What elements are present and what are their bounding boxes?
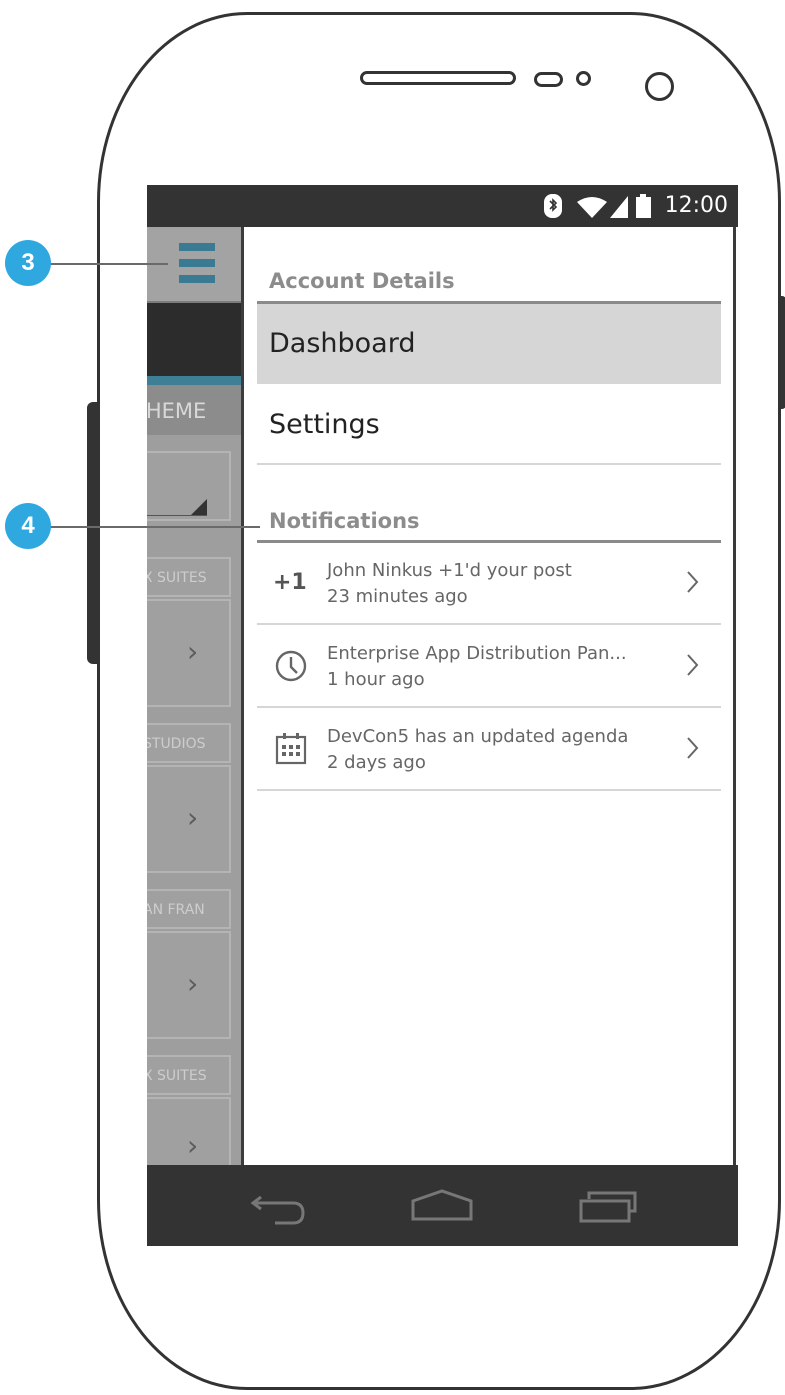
chevron-right-icon — [687, 571, 699, 593]
underlying-header — [147, 303, 241, 376]
notification-title: DevCon5 has an updated agenda — [327, 726, 629, 747]
chevron-right-icon — [687, 654, 699, 676]
status-time: 12:00 — [664, 193, 728, 218]
status-bar: 12:00 — [147, 185, 738, 227]
notification-item[interactable]: DevCon5 has an updated agenda 2 days ago — [257, 709, 721, 791]
signal-icon — [610, 196, 628, 218]
underlying-card-label: X SUITES — [147, 557, 231, 597]
chevron-right-icon: › — [187, 801, 199, 834]
status-icons — [544, 194, 651, 218]
chevron-right-icon: › — [187, 635, 199, 668]
underlying-card: › — [147, 931, 231, 1039]
menu-button[interactable] — [147, 227, 241, 303]
calendar-icon — [275, 733, 307, 765]
home-icon[interactable] — [409, 1183, 475, 1229]
menu-item-settings[interactable]: Settings — [257, 385, 721, 465]
notification-title: Enterprise App Distribution Pan... — [327, 643, 627, 664]
sensor-dot — [576, 71, 591, 86]
chevron-right-icon: › — [187, 1129, 199, 1162]
underlying-content: THEME X SUITES › STUDIOS › AN FRAN › X S… — [147, 227, 244, 1165]
earpiece-speaker — [360, 71, 516, 85]
chevron-right-icon — [687, 737, 699, 759]
callout-badge: 4 — [5, 503, 51, 549]
notification-item[interactable]: Enterprise App Distribution Pan... 1 hou… — [257, 626, 721, 708]
volume-button — [87, 402, 97, 664]
chevron-right-icon: › — [187, 967, 199, 1000]
underlying-card: › — [147, 765, 231, 873]
account-details-header: Account Details — [269, 269, 455, 293]
system-nav-bar — [147, 1165, 738, 1246]
notification-time: 23 minutes ago — [327, 586, 468, 607]
notification-item[interactable]: +1 John Ninkus +1'd your post 23 minutes… — [257, 543, 721, 625]
wifi-icon — [577, 197, 607, 218]
notification-title: John Ninkus +1'd your post — [327, 560, 572, 581]
underlying-theme-tab: THEME — [147, 385, 241, 435]
screen: 12:00 THEME X SUITES › STUDIOS › AN FRAN… — [147, 185, 738, 1246]
menu-item-dashboard[interactable]: Dashboard — [257, 304, 721, 384]
navigation-drawer: Account Details Dashboard Settings Notif… — [244, 227, 733, 1165]
front-camera — [645, 72, 674, 101]
clock-icon — [275, 650, 307, 682]
sensor-pill — [534, 72, 563, 87]
plus-one-icon: +1 — [273, 570, 307, 595]
underlying-card: › — [147, 1097, 231, 1165]
underlying-theme-label: THEME — [147, 399, 207, 423]
dropdown-corner-icon — [191, 499, 207, 515]
underlying-card: › — [147, 599, 231, 707]
notification-time: 1 hour ago — [327, 669, 425, 690]
battery-icon — [636, 194, 651, 218]
callout-leader-line — [50, 526, 260, 528]
underlying-dropdown — [147, 451, 231, 521]
back-icon[interactable] — [247, 1183, 309, 1229]
screen-edge — [733, 227, 736, 1165]
callout-badge: 3 — [5, 240, 51, 286]
underlying-accent-bar — [147, 376, 241, 385]
underlying-card-label: AN FRAN — [147, 889, 231, 929]
notifications-header: Notifications — [269, 509, 420, 533]
underlying-card-label: X SUITES — [147, 1055, 231, 1095]
power-button — [781, 296, 785, 409]
recent-apps-icon[interactable] — [577, 1183, 639, 1229]
bluetooth-icon — [544, 194, 562, 218]
underlying-card-label: STUDIOS — [147, 723, 231, 763]
callout-leader-line — [50, 263, 168, 265]
notification-time: 2 days ago — [327, 752, 426, 773]
